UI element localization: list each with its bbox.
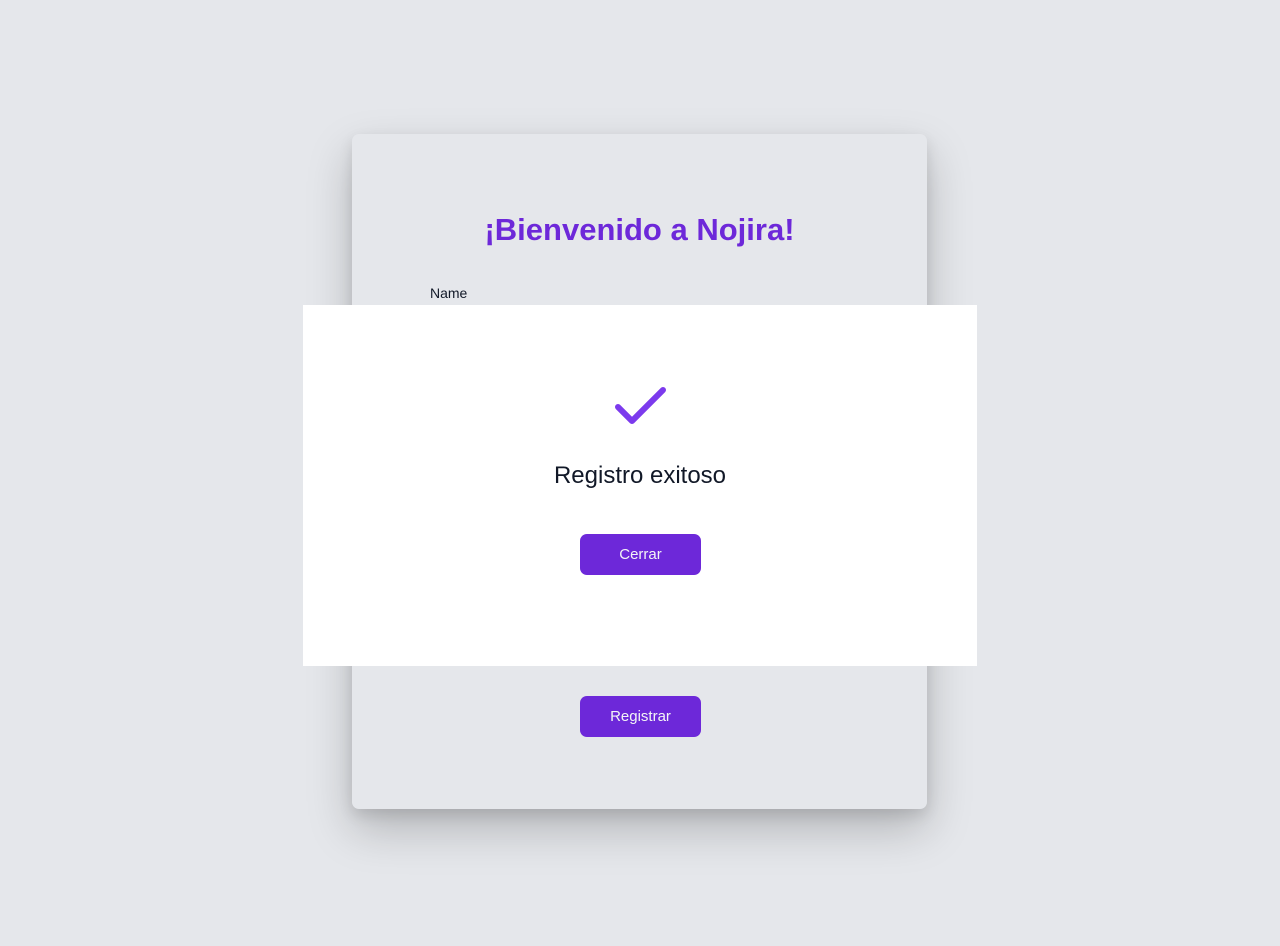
name-field-label: Name xyxy=(430,285,468,301)
close-button[interactable]: Cerrar xyxy=(580,534,701,575)
success-modal: Registro exitoso Cerrar xyxy=(303,305,977,666)
modal-message: Registro exitoso xyxy=(553,462,727,489)
page-title: ¡Bienvenido a Nojira! xyxy=(484,212,795,247)
checkmark-icon xyxy=(615,387,666,424)
register-button[interactable]: Registrar xyxy=(580,696,701,737)
